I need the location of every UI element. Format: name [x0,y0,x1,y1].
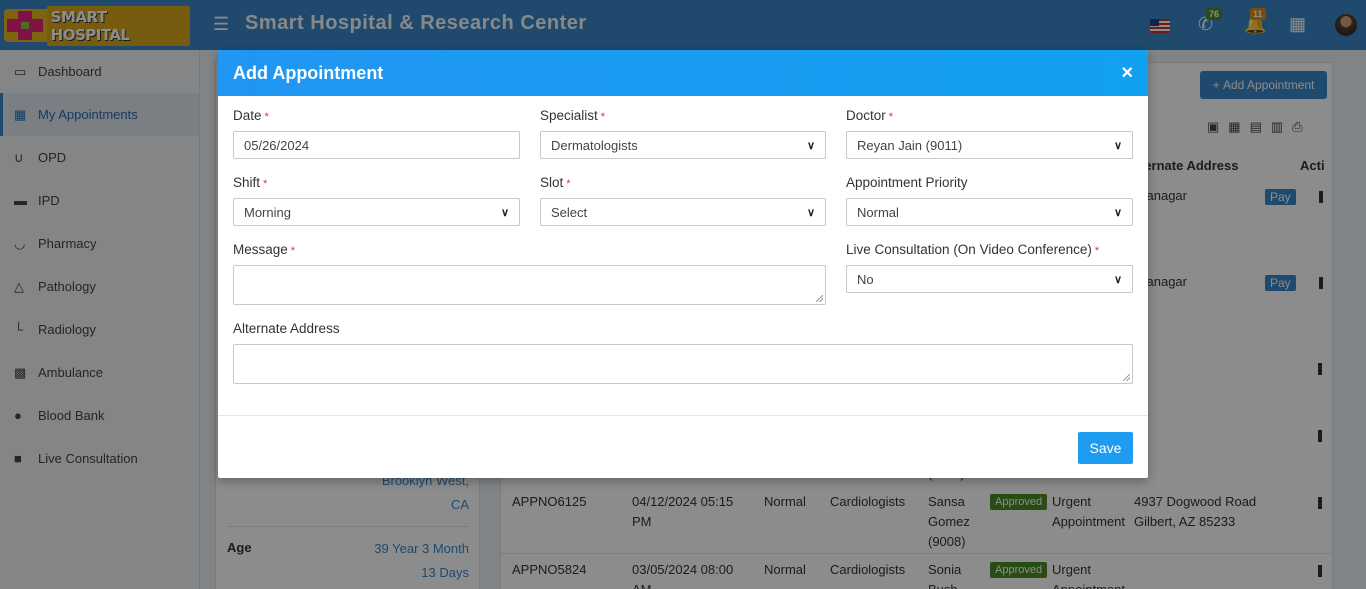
message-group: Message * [233,242,826,305]
live-consultation-select[interactable]: No ∨ [846,265,1133,293]
shift-label: Shift * [233,175,268,190]
alternate-address-label: Alternate Address [233,321,340,336]
shift-select[interactable]: Morning ∨ [233,198,520,226]
date-group: Date * 05/26/2024 [233,108,520,159]
modal-title: Add Appointment [233,62,384,83]
date-label: Date * [233,108,269,123]
chevron-down-icon: ∨ [1113,139,1122,152]
slot-select[interactable]: Select ∨ [540,198,826,226]
doctor-label: Doctor * [846,108,894,123]
close-icon[interactable]: × [1121,62,1133,85]
chevron-down-icon: ∨ [1113,206,1122,219]
chevron-down-icon: ∨ [500,206,509,219]
slot-label: Slot * [540,175,571,190]
date-input[interactable]: 05/26/2024 [233,131,520,159]
chevron-down-icon: ∨ [806,139,815,152]
specialist-group: Specialist * Dermatologists ∨ [540,108,826,159]
specialist-select[interactable]: Dermatologists ∨ [540,131,826,159]
priority-label: Appointment Priority [846,175,968,190]
message-label: Message * [233,242,296,257]
live-consultation-label: Live Consultation (On Video Conference) * [846,242,1100,257]
priority-group: Appointment Priority Normal ∨ [846,175,1133,226]
add-appointment-modal: Add Appointment × Date * 05/26/2024 Speci… [218,50,1148,478]
alternate-address-group: Alternate Address [233,321,1133,384]
specialist-label: Specialist * [540,108,606,123]
modal-header: Add Appointment × [218,50,1148,96]
alternate-address-textarea[interactable] [233,344,1133,384]
chevron-down-icon: ∨ [1113,273,1122,286]
chevron-down-icon: ∨ [806,206,815,219]
priority-select[interactable]: Normal ∨ [846,198,1133,226]
message-textarea[interactable] [233,265,826,305]
doctor-select[interactable]: Reyan Jain (9011) ∨ [846,131,1133,159]
live-consultation-group: Live Consultation (On Video Conference) *… [846,242,1133,293]
save-button[interactable]: Save [1078,432,1133,464]
modal-footer: Save [218,415,1148,478]
slot-group: Slot * Select ∨ [540,175,826,226]
doctor-group: Doctor * Reyan Jain (9011) ∨ [846,108,1133,159]
shift-group: Shift * Morning ∨ [233,175,520,226]
